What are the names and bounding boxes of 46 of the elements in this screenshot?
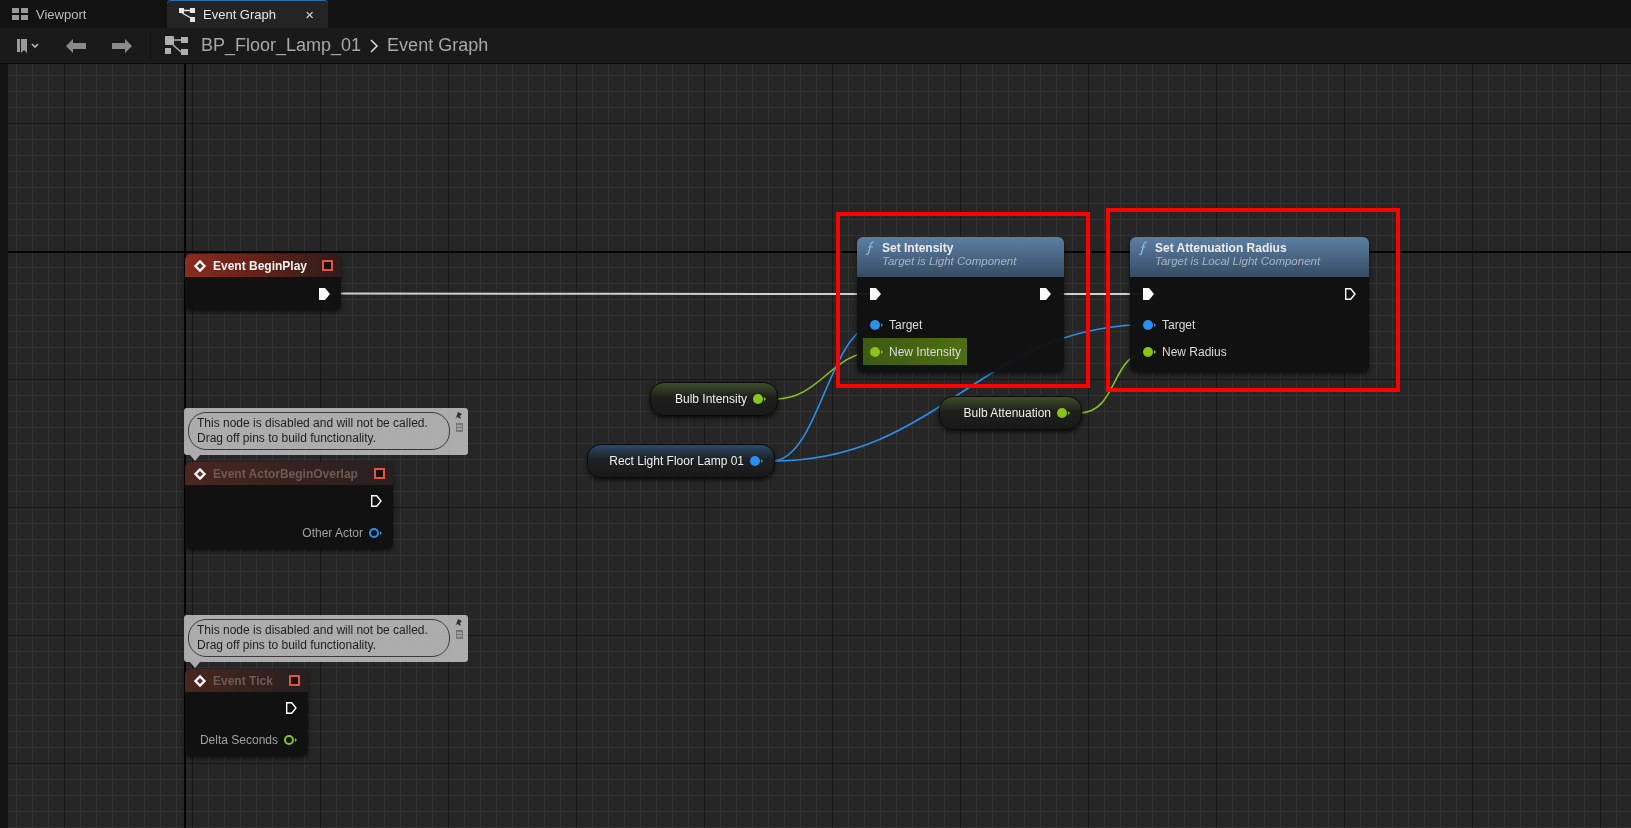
pin-icon	[455, 411, 464, 433]
editor-tab[interactable]: Event Graph ×	[167, 0, 328, 28]
diamond-icon	[193, 466, 207, 481]
function-node[interactable]: Set Intensity Target is Light Component Target New Intensity	[857, 237, 1064, 372]
node-title: Set Attenuation Radius	[1155, 241, 1287, 255]
variable-node[interactable]: Bulb Attenuation	[939, 396, 1082, 430]
comment-text: This node is disabled and will not be called. Drag off pins to build functionality.	[197, 623, 429, 653]
function-icon	[1138, 241, 1149, 255]
breadcrumb-link[interactable]: BP_Floor_Lamp_01	[201, 35, 362, 56]
pin-label: Target	[1162, 317, 1196, 332]
viewport-icon	[12, 8, 28, 20]
delegate-pin-icon	[322, 260, 333, 271]
left-arrow-icon	[66, 38, 86, 53]
function-icon	[865, 241, 876, 255]
variable-label: Bulb Attenuation	[963, 406, 1051, 420]
editor-tab[interactable]: Viewport	[0, 0, 167, 28]
diamond-icon	[193, 258, 207, 273]
node-title: Set Intensity	[882, 241, 954, 255]
breadcrumb-link[interactable]: Event Graph	[387, 35, 489, 56]
graph-icon	[179, 7, 195, 22]
pin-label: New Radius	[1162, 344, 1227, 359]
delegate-pin-icon	[289, 675, 300, 686]
function-node[interactable]: Set Attenuation Radius Target is Local Light Component Target New Radius	[1130, 237, 1369, 372]
variable-label: Bulb Intensity	[674, 392, 747, 406]
bookmark-icon	[16, 37, 40, 54]
right-arrow-icon	[112, 38, 132, 53]
node-subtitle: Target is Light Component	[881, 255, 1018, 267]
pin-label: New Intensity	[889, 344, 962, 359]
comment-text: This node is disabled and will not be called. Drag off pins to build functionality.	[197, 416, 429, 446]
pin-label: Target	[889, 317, 923, 332]
close-button[interactable]: ×	[303, 6, 316, 23]
variable-node[interactable]: Rect Light Floor Lamp 01	[587, 444, 775, 478]
graph-icon	[165, 35, 189, 56]
graph-canvas[interactable]	[0, 64, 1631, 828]
chevron-right-icon	[369, 37, 380, 54]
pin-label: Delta Seconds	[199, 732, 278, 747]
node-title: Event Tick	[213, 673, 273, 688]
node-subtitle: Target is Local Light Component	[1154, 255, 1322, 267]
variable-label: Rect Light Floor Lamp 01	[609, 454, 744, 468]
variable-node[interactable]: Bulb Intensity	[650, 382, 778, 416]
event-node[interactable]: Event BeginPlay	[185, 254, 341, 310]
delegate-pin-icon	[374, 468, 385, 479]
pin-icon	[455, 618, 464, 640]
pin-label: Other Actor	[302, 525, 363, 540]
node-title: Event BeginPlay	[213, 258, 308, 273]
diamond-icon	[193, 673, 207, 688]
